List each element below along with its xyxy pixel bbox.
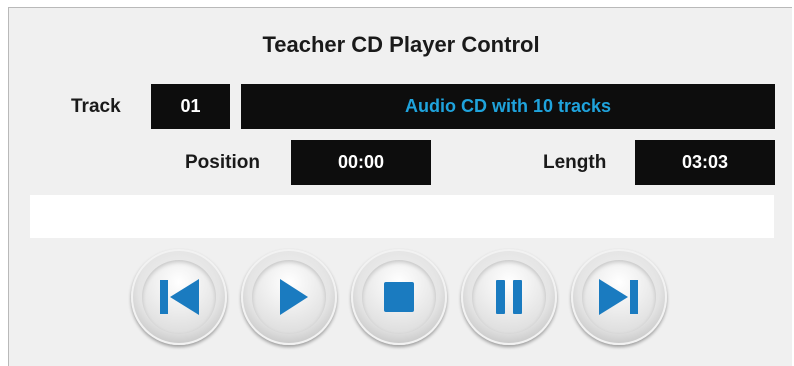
cd-player-panel: Teacher CD Player Control Track 01 Audio…	[8, 7, 792, 366]
previous-track-button[interactable]	[131, 249, 227, 345]
next-track-button[interactable]	[571, 249, 667, 345]
pause-icon	[496, 280, 522, 314]
stop-button[interactable]	[351, 249, 447, 345]
position-display: 00:00	[291, 140, 431, 185]
stop-icon	[384, 282, 414, 312]
progress-bar[interactable]	[30, 195, 774, 238]
pause-button[interactable]	[461, 249, 557, 345]
panel-title: Teacher CD Player Control	[262, 32, 540, 57]
track-number-display: 01	[151, 84, 230, 129]
position-label: Position	[185, 152, 260, 173]
disc-status-display: Audio CD with 10 tracks	[241, 84, 775, 129]
skip-previous-icon	[160, 279, 199, 315]
length-display: 03:03	[635, 140, 775, 185]
play-button[interactable]	[241, 249, 337, 345]
skip-next-icon	[599, 279, 638, 315]
track-label: Track	[71, 96, 121, 117]
play-icon	[280, 279, 308, 315]
length-label: Length	[543, 152, 607, 173]
